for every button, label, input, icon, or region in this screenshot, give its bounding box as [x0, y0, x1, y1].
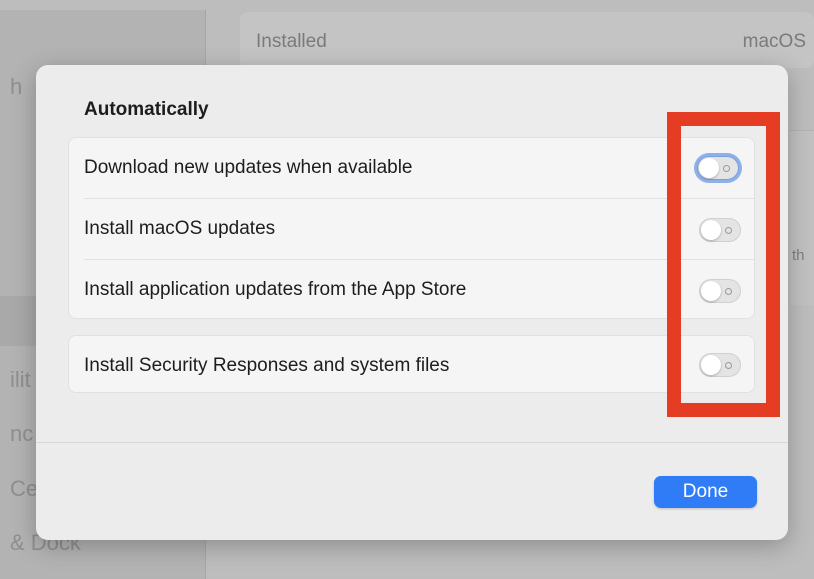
settings-row-install-app-updates: Install application updates from the App… [69, 260, 754, 320]
sidebar-text-fragment: nc [10, 421, 34, 446]
installed-value: macOS [742, 31, 806, 52]
installed-label: Installed [256, 31, 327, 52]
background-text-fragment: th [792, 247, 805, 264]
settings-row-install-macos: Install macOS updates [69, 199, 754, 259]
sidebar-text-fragment: h [10, 74, 23, 99]
setting-label: Download new updates when available [84, 157, 413, 178]
background-panel [790, 130, 814, 305]
sidebar-text-fragment: Ce [10, 476, 39, 501]
highlight-annotation [667, 112, 780, 417]
section-title: Automatically [84, 99, 209, 120]
setting-label: Install Security Responses and system fi… [84, 355, 450, 376]
footer-divider [36, 442, 788, 443]
settings-row-security-responses: Install Security Responses and system fi… [69, 336, 754, 394]
settings-row-download-updates: Download new updates when available [69, 138, 754, 198]
sidebar-text-fragment: ilit [10, 367, 31, 392]
setting-label: Install application updates from the App… [84, 279, 467, 300]
settings-group: Install Security Responses and system fi… [68, 335, 755, 393]
settings-group: Download new updates when available Inst… [68, 137, 755, 319]
done-button[interactable]: Done [654, 476, 757, 508]
setting-label: Install macOS updates [84, 218, 276, 239]
